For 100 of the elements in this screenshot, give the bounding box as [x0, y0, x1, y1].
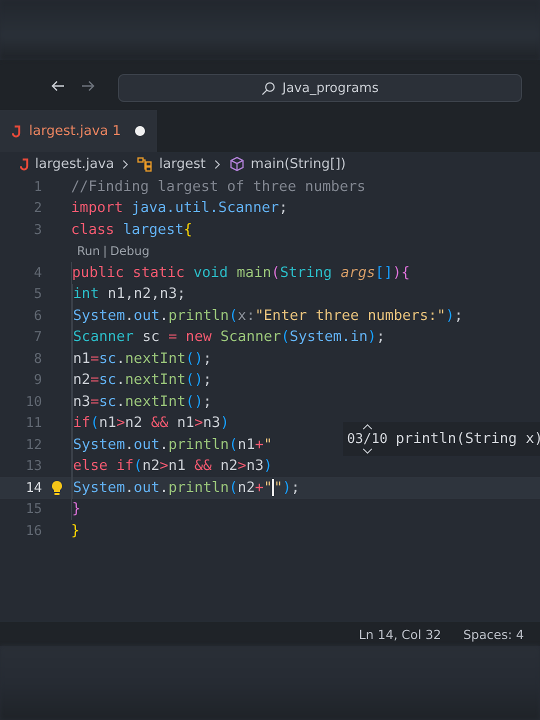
status-item[interactable]: Spaces: 4 [463, 626, 524, 642]
line-number: 13 [26, 458, 42, 474]
java-file-icon [12, 124, 21, 138]
code-type: String [280, 264, 332, 281]
code-bracket: [] [375, 264, 393, 281]
code-text: ; [202, 350, 212, 367]
lightbulb-icon[interactable] [50, 480, 62, 496]
code-text: n3 [73, 394, 90, 410]
code-identifier: System [73, 480, 125, 496]
codelens-separator: | [103, 244, 108, 258]
code-identifier: System [73, 436, 125, 453]
code-text: . [124, 436, 134, 453]
code-type: Scanner [73, 329, 134, 346]
code-text: . [124, 480, 134, 496]
method-signature: println(String x) [396, 431, 540, 447]
code-function: println [168, 436, 229, 453]
code-text: . [160, 480, 168, 496]
code-text: n2 [220, 458, 238, 474]
code-text: . [116, 350, 125, 367]
search-field[interactable]: Java_programs [118, 74, 522, 102]
line-number: 2 [34, 200, 42, 216]
code-function: main [236, 264, 272, 281]
cube-icon [228, 156, 245, 172]
code-string: "Enter three numbers:" [254, 308, 446, 324]
code-text: n1 [99, 415, 116, 432]
code-function: Scanner [220, 329, 281, 346]
search-icon [261, 80, 276, 96]
line-number: 15 [26, 501, 42, 518]
code-keyword: + [254, 480, 264, 496]
code-identifier: java.util.Scanner [132, 200, 279, 216]
code-bracket: ( [228, 480, 238, 496]
code-type: int [73, 286, 99, 302]
code-bracket: () [186, 372, 203, 388]
code-parameter: args [340, 264, 376, 281]
codelens-link[interactable]: Debug [110, 244, 150, 258]
status-item[interactable]: Ln 14, Col 32 [358, 626, 442, 642]
chevron-right-icon [122, 158, 130, 170]
code-text: ; [202, 394, 212, 410]
editor-tab[interactable]: largest.java 1 [0, 110, 157, 152]
code-function: nextInt [125, 372, 186, 388]
chevron-down-icon[interactable] [362, 448, 373, 454]
line-number: 12 [26, 436, 42, 453]
chevron-right-icon [214, 158, 221, 170]
line-number: 14 [26, 480, 42, 496]
code-text: . [160, 436, 168, 453]
code-text: n2 [142, 458, 160, 474]
code-keyword: && [194, 458, 212, 474]
line-number: 5 [34, 286, 42, 302]
code-text: sc [142, 329, 160, 346]
code-bracket: () [186, 394, 203, 410]
code-bracket: ( [228, 436, 238, 453]
code-identifier: out [134, 308, 160, 324]
code-identifier: largest [123, 222, 184, 238]
code-text: n1 [73, 350, 90, 367]
code-keyword: = [168, 329, 177, 346]
code-text: n3 [203, 415, 220, 432]
line-number: 1 [34, 178, 42, 195]
code-text: n2 [125, 415, 142, 432]
code-comment: //Finding largest of three numbers [71, 178, 366, 195]
code-keyword: > [160, 458, 168, 474]
code-text: ; [454, 308, 463, 324]
breadcrumb-item[interactable]: largest [159, 156, 206, 172]
unsaved-dot-icon [135, 126, 145, 136]
code-keyword: && [151, 415, 168, 432]
chevron-up-icon[interactable] [362, 424, 373, 430]
code-keyword: > [194, 415, 203, 432]
code-identifier: out [134, 480, 160, 496]
code-text: . [116, 372, 125, 388]
code-bracket: ( [281, 329, 290, 346]
code-bracket: ) [368, 329, 376, 346]
code-keyword: if [73, 415, 90, 432]
code-text: . [160, 308, 168, 324]
code-function: println [168, 308, 229, 324]
code-function: nextInt [125, 394, 186, 410]
code-keyword: class [71, 222, 114, 238]
code-text: ; [278, 200, 288, 216]
code-keyword: else if [73, 458, 134, 474]
breadcrumb-item[interactable]: main(String[]) [250, 156, 346, 172]
code-bracket: } [72, 501, 81, 518]
code-bracket: ) [282, 480, 292, 496]
code-text: . [124, 308, 134, 324]
code-bracket: () [186, 350, 203, 367]
code-identifier: sc [99, 394, 116, 410]
code-text: n1 [168, 458, 186, 474]
breadcrumb-item[interactable]: largest.java [35, 156, 114, 172]
code-bracket: { [184, 222, 192, 238]
code-keyword: > [116, 415, 125, 432]
line-number: 11 [26, 415, 42, 432]
code-string: " [274, 480, 282, 496]
code-text: ; [376, 329, 385, 346]
codelens-link[interactable]: Run [77, 244, 100, 258]
code-type: void [193, 264, 228, 281]
class-icon [137, 156, 154, 172]
code-bracket: } [71, 522, 80, 539]
code-keyword: + [254, 436, 264, 453]
code-text: n1,n2,n3; [108, 286, 186, 302]
code-function: println [168, 480, 229, 496]
code-text: ; [202, 372, 212, 388]
code-identifier: out [134, 436, 160, 453]
code-keyword: new [186, 329, 212, 346]
